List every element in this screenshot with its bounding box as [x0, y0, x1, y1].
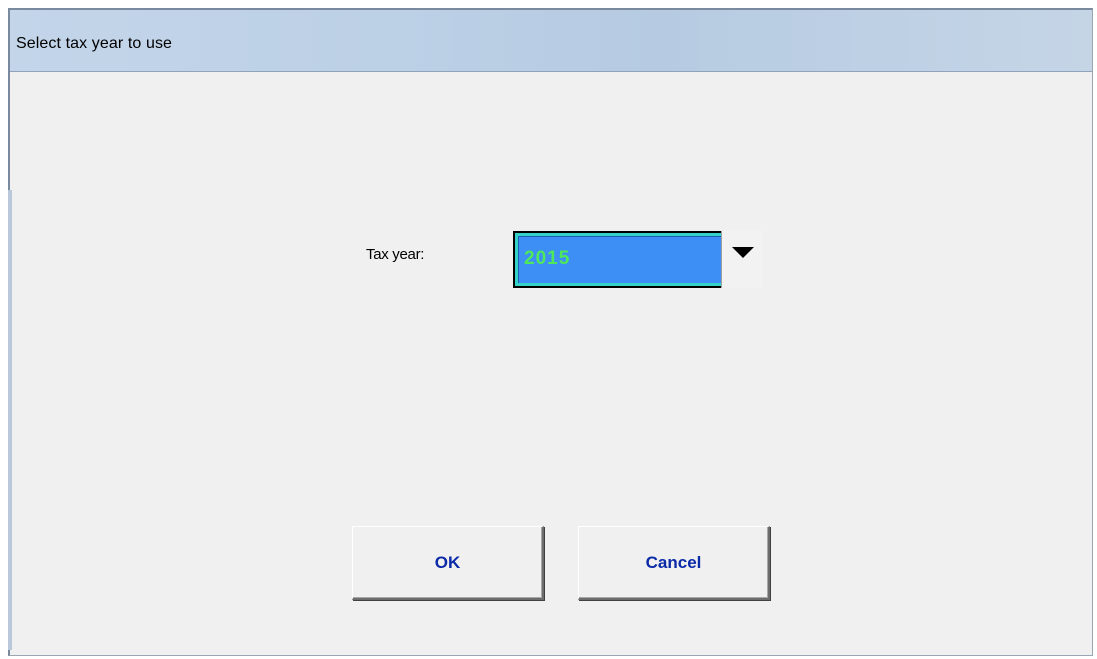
dialog-window: Select tax year to use Tax year: 2015 OK… [8, 8, 1093, 656]
title-bar[interactable]: Select tax year to use [10, 10, 1092, 72]
tax-year-selected-value: 2015 [524, 248, 571, 269]
cancel-button[interactable]: Cancel [578, 526, 770, 600]
dropdown-button[interactable] [721, 231, 763, 288]
window-edge-accent [8, 190, 12, 650]
chevron-down-icon [732, 247, 754, 258]
tax-year-dropdown[interactable]: 2015 [513, 231, 763, 288]
tax-year-label: Tax year: [366, 246, 425, 263]
dialog-body: Tax year: 2015 OK Cancel [16, 72, 1086, 655]
dialog-title: Select tax year to use [16, 35, 173, 52]
ok-button[interactable]: OK [352, 526, 544, 600]
